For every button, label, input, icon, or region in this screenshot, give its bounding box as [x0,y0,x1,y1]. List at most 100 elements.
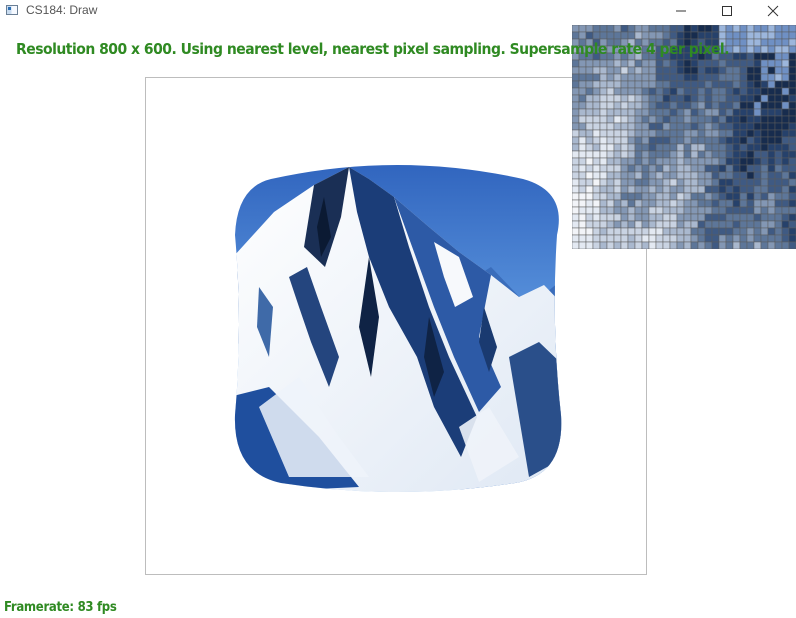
zoom-pixel [683,143,692,152]
zoom-pixel [746,25,755,33]
zoom-pixel [767,164,776,173]
zoom-pixel [718,31,727,40]
zoom-pixel [669,192,678,201]
zoom-pixel [760,94,769,103]
warped-mountain-texture[interactable] [229,157,565,493]
zoom-pixel [606,157,615,166]
zoom-pixel [739,59,748,68]
zoom-pixel [774,25,783,33]
zoom-pixel [648,213,657,222]
zoom-pixel [788,143,796,152]
zoom-pixel [718,129,727,138]
zoom-pixel [753,31,762,40]
zoom-pixel [599,122,608,131]
zoom-pixel [578,143,587,152]
close-button[interactable] [750,0,796,22]
maximize-button[interactable] [704,0,750,22]
zoom-pixel [767,143,776,152]
zoom-pixel [711,213,720,222]
zoom-pixel [641,80,650,89]
zoom-pixel [613,241,622,249]
zoom-pixel [732,150,741,159]
zoom-pixel [704,164,713,173]
zoom-pixel [655,227,664,236]
zoom-pixel [634,66,643,75]
zoom-pixel [760,206,769,215]
zoom-pixel [578,80,587,89]
zoom-pixel [655,25,664,33]
zoom-pixel [572,213,580,222]
zoom-pixel [620,171,629,180]
zoom-pixel [767,234,776,243]
zoom-pixel [599,108,608,117]
zoom-pixel [620,157,629,166]
zoom-pixel [725,143,734,152]
zoom-pixel [669,199,678,208]
zoom-pixel [599,136,608,145]
zoom-pixel [788,241,796,249]
zoom-pixel [788,192,796,201]
zoom-pixel [732,157,741,166]
zoom-pixel [620,87,629,96]
zoom-pixel [774,185,783,194]
zoom-pixel [739,129,748,138]
zoom-pixel [697,25,706,33]
zoom-pixel [725,129,734,138]
zoom-pixel [676,171,685,180]
zoom-pixel [585,129,594,138]
minimize-button[interactable] [658,0,704,22]
zoom-pixel [788,59,796,68]
zoom-pixel [578,129,587,138]
zoom-pixel [746,31,755,40]
zoom-pixel [585,25,594,33]
zoom-pixel [676,164,685,173]
zoom-pixel [781,220,790,229]
zoom-pixel [774,234,783,243]
zoom-pixel [641,101,650,110]
zoom-pixel [627,150,636,159]
zoom-pixel [725,31,734,40]
zoom-pixel [648,87,657,96]
zoom-pixel [620,73,629,82]
zoom-pixel [655,241,664,249]
zoom-pixel [683,192,692,201]
zoom-pixel [739,241,748,249]
zoom-pixel [634,213,643,222]
zoom-pixel [739,101,748,110]
zoom-pixel [767,45,776,54]
zoom-pixel [683,80,692,89]
zoom-pixel [606,178,615,187]
zoom-pixel [585,80,594,89]
zoom-pixel [746,157,755,166]
minimize-icon [676,10,686,12]
zoom-pixel [767,185,776,194]
zoom-pixel [648,199,657,208]
zoom-pixel [760,192,769,201]
zoom-pixel [711,59,720,68]
zoom-pixel [669,157,678,166]
zoom-pixel [753,101,762,110]
zoom-pixel [620,178,629,187]
zoom-pixel [732,66,741,75]
zoom-pixel [788,171,796,180]
zoom-pixel [690,157,699,166]
zoom-pixel [774,101,783,110]
zoom-pixel [788,115,796,124]
zoom-pixel [585,115,594,124]
zoom-pixel [739,52,748,61]
zoom-pixel [655,94,664,103]
zoom-pixel [585,178,594,187]
zoom-pixel [662,206,671,215]
zoom-pixel [572,143,580,152]
zoom-pixel [788,234,796,243]
zoom-pixel [606,136,615,145]
zoom-pixel [669,129,678,138]
zoom-pixel [704,66,713,75]
zoom-pixel [781,25,790,33]
title-bar[interactable]: CS184: Draw [0,0,796,22]
zoom-pixel [739,31,748,40]
zoom-pixel [613,157,622,166]
zoom-pixel [697,129,706,138]
zoom-pixel [599,73,608,82]
zoom-pixel [718,143,727,152]
